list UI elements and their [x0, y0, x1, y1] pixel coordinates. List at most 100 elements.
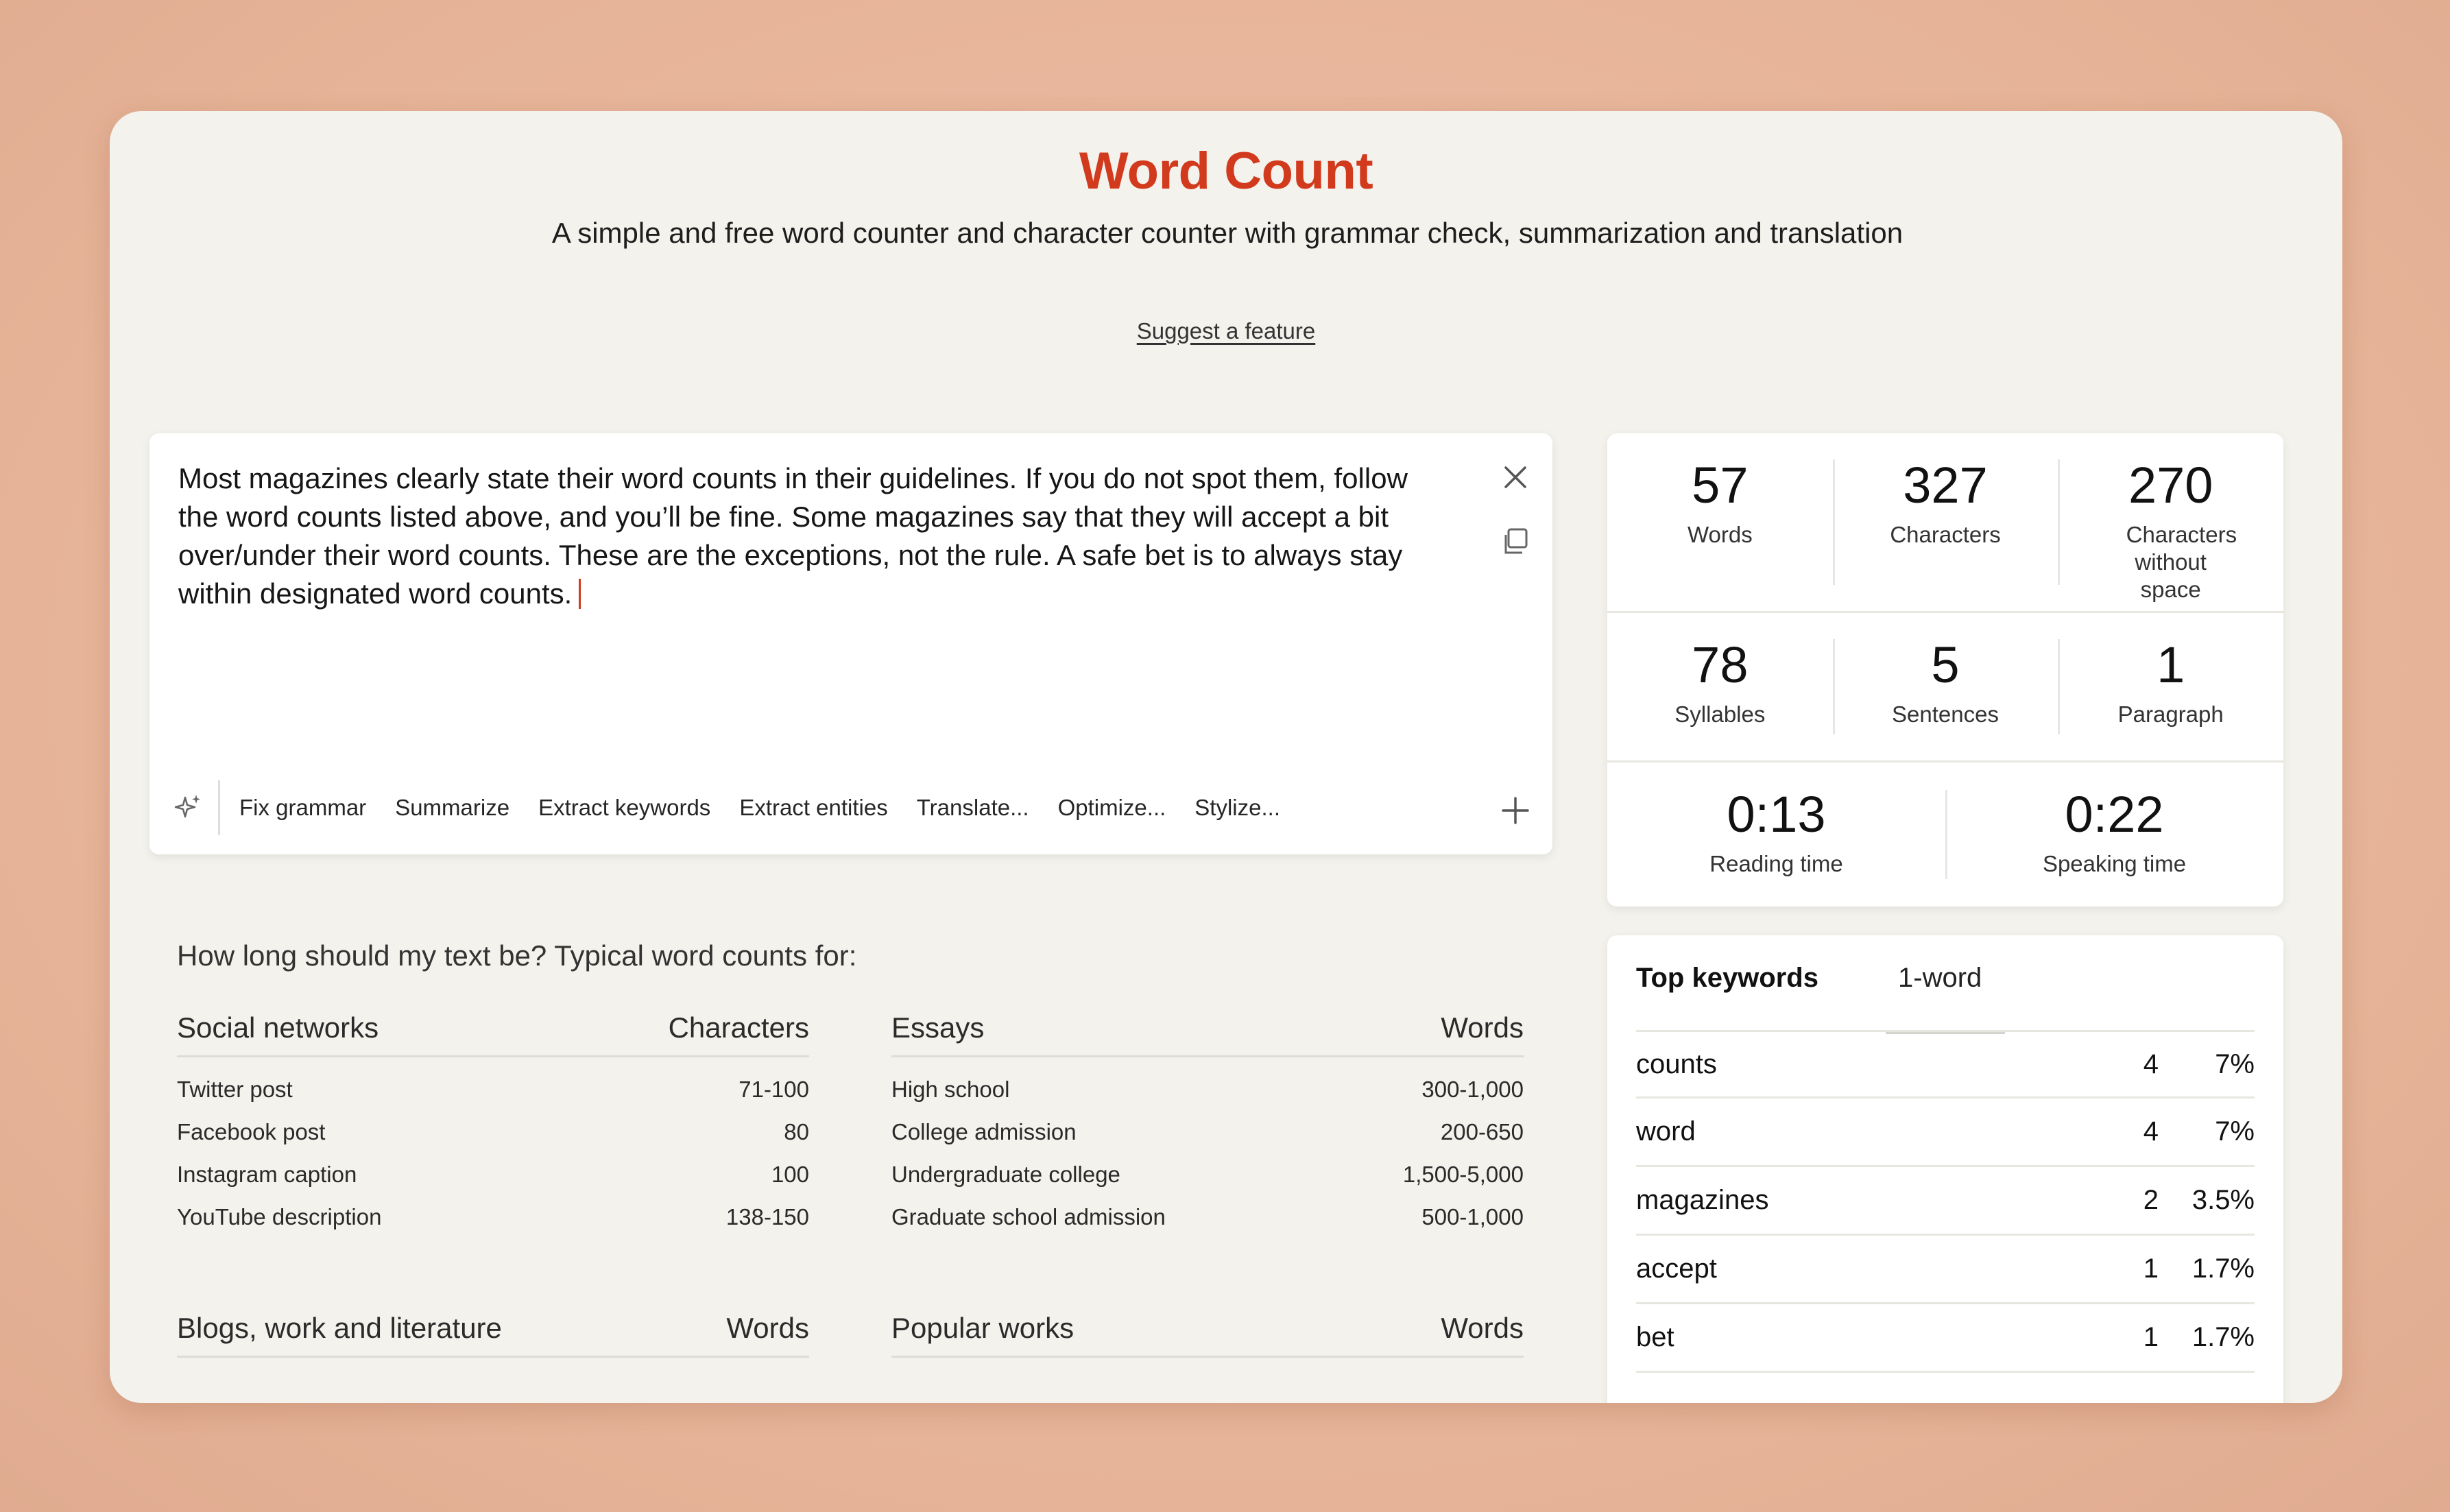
- table-header: Social networks Characters: [177, 1009, 809, 1057]
- row-value: 1,500-5,000: [1402, 1162, 1524, 1187]
- toolbar-divider: [218, 780, 220, 835]
- stat-value: 0:22: [2065, 786, 2164, 843]
- stylize-button[interactable]: Stylize...: [1194, 795, 1280, 821]
- row-name: College admission: [891, 1119, 1077, 1144]
- keyword-word: counts: [1636, 1048, 1717, 1079]
- extract-keywords-button[interactable]: Extract keywords: [538, 795, 710, 821]
- tab-1-word[interactable]: 1-word: [1898, 963, 1982, 994]
- optimize-button[interactable]: Optimize...: [1058, 795, 1166, 821]
- plus-icon[interactable]: [1496, 791, 1535, 830]
- table-row: College admission 200-650: [891, 1111, 1524, 1153]
- editor-content: Most magazines clearly state their word …: [178, 462, 1408, 610]
- table-body: High school 300-1,000 College admission 20…: [891, 1057, 1524, 1238]
- table-row: YouTube description 138-150: [177, 1196, 809, 1238]
- table-row: Instagram caption 100: [177, 1153, 809, 1196]
- row-name: YouTube description: [177, 1204, 382, 1229]
- stat-words: 57 Words: [1607, 433, 1833, 611]
- row-name: Twitter post: [177, 1077, 293, 1102]
- stat-value: 0:13: [1727, 786, 1826, 843]
- keyword-row: word 4 7%: [1636, 1099, 2255, 1167]
- table-unit: Words: [1441, 1011, 1524, 1044]
- table-row: Graduate school admission 500-1,000: [891, 1196, 1524, 1238]
- stat-value: 57: [1692, 457, 1749, 514]
- row-name: Instagram caption: [177, 1162, 357, 1187]
- stat-paragraphs: 1 Paragraph: [2058, 613, 2283, 760]
- stat-label: Paragraph: [2117, 701, 2224, 727]
- suggest-feature-link[interactable]: Suggest a feature: [110, 318, 2342, 344]
- stat-label: Characters without space: [2126, 522, 2237, 602]
- stat-characters: 327 Characters: [1832, 433, 2058, 611]
- sparkle-icon[interactable]: [171, 791, 206, 825]
- row-value: 300-1,000: [1421, 1077, 1524, 1102]
- keyword-count: 1: [2143, 1322, 2159, 1352]
- table-row: Twitter post 71-100: [177, 1068, 809, 1111]
- keyword-percent: 7%: [2215, 1048, 2255, 1079]
- keyword-percent: 7%: [2215, 1116, 2255, 1147]
- keyword-percent: 1.7%: [2191, 1253, 2255, 1284]
- keyword-count: 1: [2143, 1253, 2159, 1284]
- table-title: Blogs, work and literature: [177, 1312, 502, 1344]
- table-title: Social networks: [177, 1011, 379, 1044]
- copy-icon[interactable]: [1496, 523, 1535, 561]
- stats-panel: 57 Words 327 Characters 270 Characters w…: [1607, 433, 2283, 907]
- stat-label: Speaking time: [2042, 851, 2187, 876]
- table-row: Facebook post 80: [177, 1111, 809, 1153]
- app-card: Word Count A simple and free word counte…: [110, 111, 2342, 1403]
- keyword-count: 2: [2143, 1185, 2159, 1215]
- keyword-word: bet: [1636, 1322, 1674, 1352]
- blogs-table: Blogs, work and literature Words: [177, 1310, 809, 1358]
- keyword-word: magazines: [1636, 1185, 1769, 1215]
- page-subtitle: A simple and free word counter and chara…: [551, 217, 1903, 249]
- editor-textarea[interactable]: Most magazines clearly state their word …: [178, 459, 1433, 613]
- table-row: High school 300-1,000: [891, 1068, 1524, 1111]
- stats-row: 0:13 Reading time 0:22 Speaking time: [1607, 763, 2283, 907]
- row-value: 100: [771, 1162, 809, 1187]
- keywords-title: Top keywords: [1636, 963, 1818, 993]
- page-title: Word Count: [1079, 142, 1373, 200]
- keyword-word: word: [1636, 1116, 1696, 1147]
- row-value: 200-650: [1440, 1119, 1524, 1144]
- text-editor[interactable]: Most magazines clearly state their word …: [149, 433, 1552, 854]
- keywords-list: counts 4 7% word 4 7% magazines 2 3.5% a…: [1636, 1030, 2255, 1373]
- row-value: 500-1,000: [1421, 1204, 1524, 1229]
- stat-value: 5: [1931, 636, 1960, 693]
- stat-label: Syllables: [1674, 701, 1766, 727]
- keywords-panel: Top keywords 1-word counts 4 7% word 4 7…: [1607, 935, 2283, 1403]
- table-title: Popular works: [891, 1312, 1074, 1344]
- keyword-row: bet 1 1.7%: [1636, 1304, 2255, 1373]
- extract-entities-button[interactable]: Extract entities: [739, 795, 887, 821]
- typical-counts-heading: How long should my text be? Typical word…: [177, 939, 857, 972]
- keyword-word: accept: [1636, 1253, 1717, 1284]
- essays-table: Essays Words High school 300-1,000 Colleg…: [891, 1009, 1524, 1238]
- stats-row: 78 Syllables 5 Sentences 1 Paragraph: [1607, 613, 2283, 763]
- keyword-count: 4: [2143, 1048, 2159, 1079]
- keyword-row: magazines 2 3.5%: [1636, 1167, 2255, 1236]
- stat-syllables: 78 Syllables: [1607, 613, 1833, 760]
- row-value: 71-100: [738, 1077, 809, 1102]
- social-networks-table: Social networks Characters Twitter post 7…: [177, 1009, 809, 1238]
- keyword-row: counts 4 7%: [1636, 1030, 2255, 1099]
- stat-label: Sentences: [1892, 701, 1999, 727]
- row-name: Facebook post: [177, 1119, 326, 1144]
- table-title: Essays: [891, 1011, 985, 1044]
- stat-label: Characters: [1890, 522, 2001, 547]
- row-value: 80: [784, 1119, 809, 1144]
- translate-button[interactable]: Translate...: [917, 795, 1029, 821]
- table-unit: Words: [1441, 1312, 1524, 1344]
- stats-row: 57 Words 327 Characters 270 Characters w…: [1607, 433, 2283, 613]
- keyword-percent: 1.7%: [2191, 1322, 2255, 1352]
- table-row: Undergraduate college 1,500-5,000: [891, 1153, 1524, 1196]
- table-unit: Words: [726, 1312, 809, 1344]
- fix-grammar-button[interactable]: Fix grammar: [239, 795, 366, 821]
- table-header: Blogs, work and literature Words: [177, 1310, 809, 1358]
- keyword-row: accept 1 1.7%: [1636, 1236, 2255, 1304]
- stat-label: Reading time: [1709, 851, 1843, 876]
- stat-value: 270: [2128, 457, 2213, 514]
- table-unit: Characters: [668, 1011, 809, 1044]
- stat-speaking-time: 0:22 Speaking time: [1945, 763, 2283, 907]
- summarize-button[interactable]: Summarize: [395, 795, 509, 821]
- row-name: High school: [891, 1077, 1010, 1102]
- close-icon[interactable]: [1496, 458, 1535, 496]
- keywords-header: Top keywords 1-word: [1636, 963, 2255, 1034]
- popular-works-table: Popular works Words: [891, 1310, 1524, 1358]
